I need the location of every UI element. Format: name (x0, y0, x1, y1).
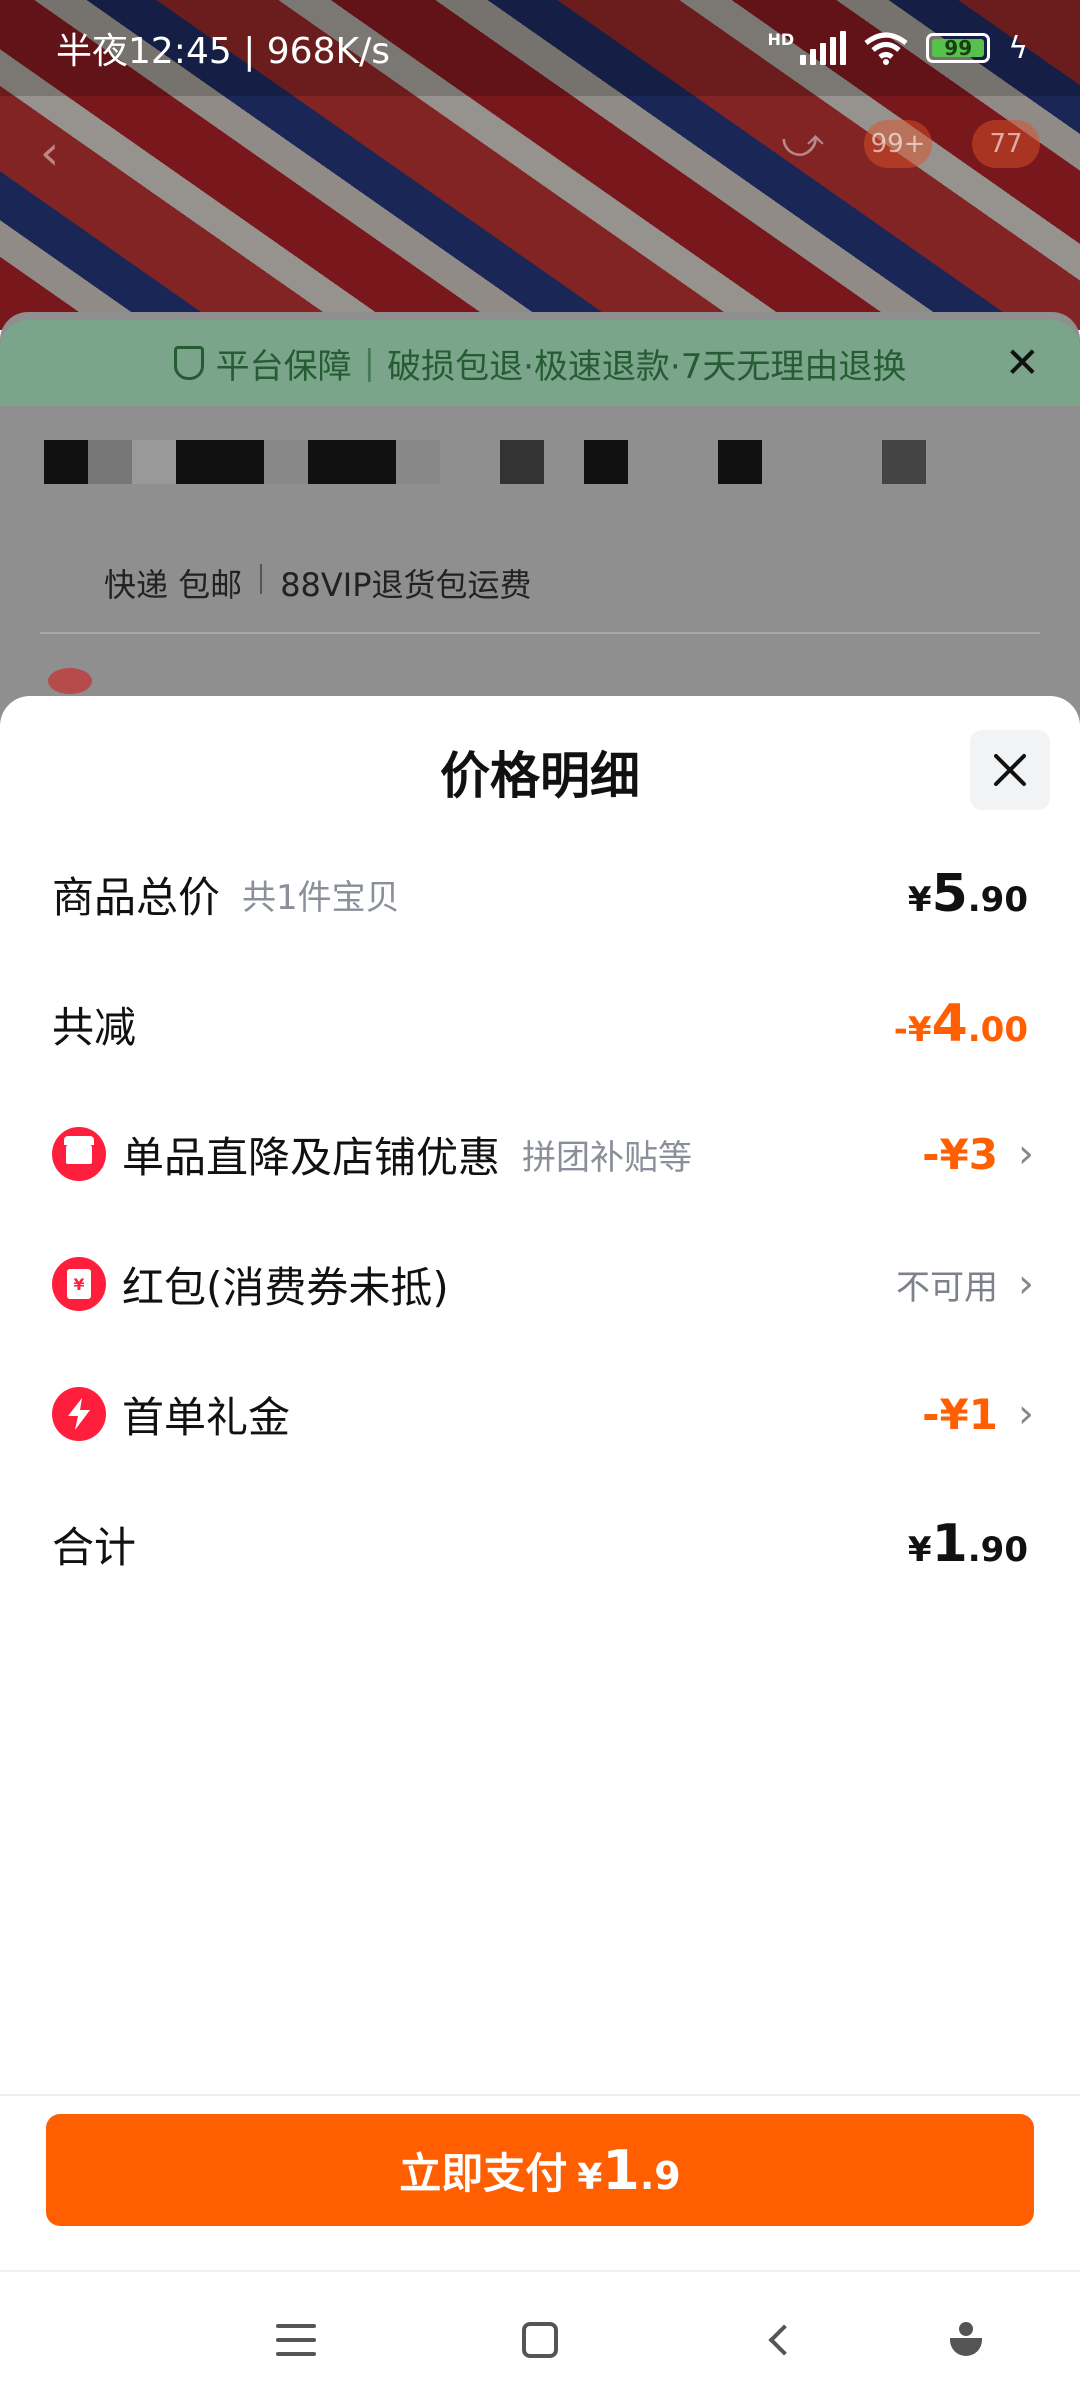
divider (40, 632, 1040, 634)
home-icon (522, 2322, 558, 2358)
item-count: 共1件宝贝 (242, 877, 400, 918)
share-icon: ⤻ (781, 120, 824, 166)
accessibility-icon (948, 2322, 984, 2358)
close-icon (994, 754, 1026, 786)
message-badge: 77 (972, 120, 1040, 168)
row-first-order-gift[interactable]: 首单礼金 -¥1 › (52, 1374, 1034, 1454)
status-icons: HD 99 ϟ (768, 30, 1028, 67)
shipping-info: 快递 包邮 88VIP退货包运费 (104, 560, 532, 606)
guarantee-title: 平台保障 (215, 346, 352, 387)
cart-badge: 99+ (864, 120, 932, 168)
close-icon: ✕ (1004, 338, 1040, 387)
shipping-note: 88VIP退货包运费 (280, 566, 532, 604)
first-order-label: 首单礼金 (122, 1392, 291, 1442)
total-price-value: ¥ 5 .90 (907, 864, 1028, 924)
guarantee-bar: 平台保障 | 破损包退·极速退款·7天无理由退换 ✕ (0, 320, 1080, 406)
store-icon (52, 1127, 106, 1181)
status-bar: 半夜12:45 | 968K/s HD 99 ϟ (0, 0, 1080, 96)
row-total-price: 商品总价 共1件宝贝 ¥ 5 .90 (52, 854, 1028, 934)
red-packet-icon: ¥ (52, 1257, 106, 1311)
row-store-discount[interactable]: 单品直降及店铺优惠 拼团补贴等 -¥3 › (52, 1114, 1034, 1194)
red-packet-label: 红包(消费券未抵) (122, 1262, 449, 1312)
lightning-icon (52, 1387, 106, 1441)
row-sum: 合计 ¥ 1 .90 (52, 1504, 1028, 1584)
close-button[interactable] (970, 730, 1050, 810)
pay-now-button[interactable]: 立即支付 ¥ 1 .9 (46, 2114, 1034, 2226)
signal-icon (800, 31, 847, 65)
guarantee-text: 破损包退·极速退款·7天无理由退换 (387, 346, 907, 387)
back-icon (768, 2324, 800, 2356)
redacted-address-mosaic (44, 440, 926, 484)
back-arrow-icon: ‹ (40, 125, 60, 181)
divider (0, 2094, 1080, 2096)
pay-label: 立即支付 (399, 2148, 568, 2198)
wifi-icon (864, 32, 908, 65)
discount-value: -¥ 4 .00 (893, 994, 1028, 1054)
red-packet-status: 不可用 (896, 1267, 998, 1308)
hd-label: HD (767, 29, 795, 49)
back-button[interactable] (754, 2312, 814, 2368)
system-navigation-bar (0, 2270, 1080, 2400)
chevron-right-icon: › (1018, 1131, 1034, 1177)
sum-value: ¥ 1 .90 (907, 1514, 1028, 1574)
menu-button[interactable] (266, 2312, 326, 2368)
store-discount-value: -¥3 (922, 1129, 998, 1179)
row-red-packet[interactable]: ¥ 红包(消费券未抵) 不可用 › (52, 1244, 1034, 1324)
shop-logo (48, 668, 92, 694)
sum-label: 合计 (52, 1522, 137, 1572)
store-discount-sub: 拼团补贴等 (522, 1137, 693, 1178)
sheet-title: 价格明细 (440, 747, 640, 805)
first-order-value: -¥1 (922, 1389, 998, 1439)
charging-icon: ϟ (1008, 30, 1028, 66)
chevron-right-icon: › (1018, 1391, 1034, 1437)
accessibility-button[interactable] (936, 2312, 996, 2368)
shield-icon (173, 346, 204, 380)
discount-label: 共减 (52, 1002, 137, 1052)
menu-icon (276, 2324, 316, 2356)
chevron-right-icon: › (1018, 1261, 1034, 1307)
shipping-method: 快递 包邮 (104, 566, 243, 604)
battery-level: 99 (944, 36, 973, 60)
store-discount-label: 单品直降及店铺优惠 (122, 1132, 501, 1182)
total-price-label: 商品总价 (52, 872, 221, 922)
battery-icon: 99 (926, 33, 991, 63)
status-time-speed: 半夜12:45 | 968K/s (56, 31, 390, 72)
page-nav-icons: ⤻ 99+ 77 (781, 120, 1040, 168)
row-total-discount: 共减 -¥ 4 .00 (52, 984, 1028, 1064)
pay-amount: ¥ 1 .9 (577, 2138, 681, 2202)
home-button[interactable] (510, 2312, 570, 2368)
